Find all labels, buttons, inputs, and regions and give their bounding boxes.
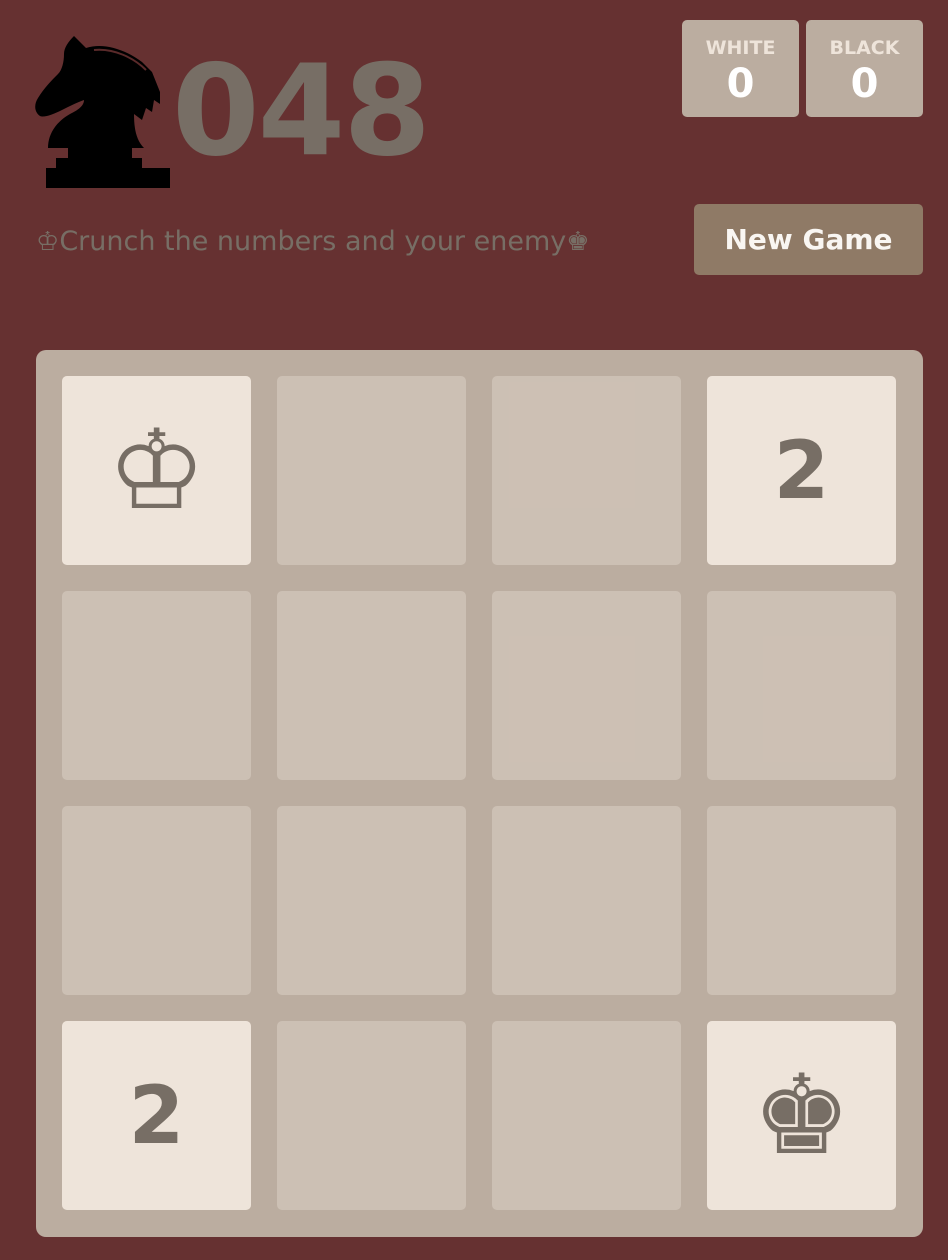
number-tile: 2 bbox=[62, 1021, 251, 1210]
black-score-label: BLACK bbox=[829, 37, 900, 59]
knight-logo-icon bbox=[34, 36, 172, 190]
grid-cell bbox=[277, 1021, 466, 1210]
grid-cell bbox=[277, 376, 466, 565]
grid-cell bbox=[492, 806, 681, 995]
white-king-icon: ♔ bbox=[36, 227, 60, 257]
grid-cell bbox=[492, 591, 681, 780]
white-score-value: 0 bbox=[726, 61, 755, 107]
black-score-box: BLACK 0 bbox=[806, 20, 923, 117]
grid-cell bbox=[277, 591, 466, 780]
grid-cell bbox=[707, 591, 896, 780]
grid-cell bbox=[62, 806, 251, 995]
black-king-icon: ♚ bbox=[566, 227, 590, 257]
number-tile: 2 bbox=[707, 376, 896, 565]
white-king-icon: ♔ bbox=[62, 376, 251, 565]
grid-cell bbox=[492, 376, 681, 565]
grid-cell bbox=[277, 806, 466, 995]
new-game-button[interactable]: New Game bbox=[694, 204, 923, 275]
grid-cell bbox=[707, 806, 896, 995]
game-page: 048 WHITE 0 BLACK 0 ♔Crunch the numbers … bbox=[0, 0, 948, 1260]
grid-cell bbox=[62, 591, 251, 780]
page-title: 048 bbox=[172, 37, 431, 184]
intro-text: Crunch the numbers and your enemy bbox=[59, 226, 567, 257]
white-score-box: WHITE 0 bbox=[682, 20, 799, 117]
game-intro: ♔Crunch the numbers and your enemy♚ bbox=[36, 222, 590, 262]
game-board[interactable]: ♔ 2 2 ♚ bbox=[36, 350, 923, 1237]
black-score-value: 0 bbox=[850, 61, 879, 107]
white-score-label: WHITE bbox=[705, 37, 776, 59]
grid-cell bbox=[492, 1021, 681, 1210]
black-king-icon: ♚ bbox=[707, 1021, 896, 1210]
